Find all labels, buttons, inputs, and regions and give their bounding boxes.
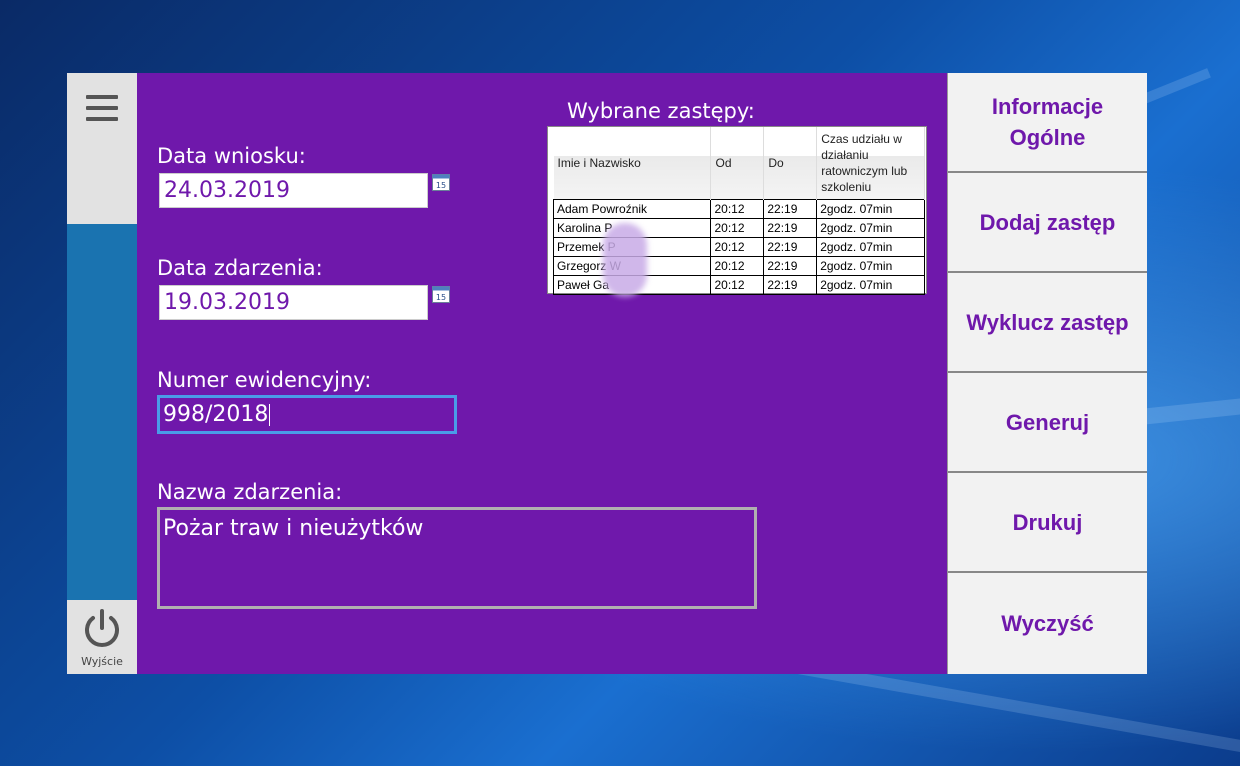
exclude-team-button[interactable]: Wyklucz zastęp (948, 273, 1147, 373)
cell-from: 20:12 (710, 255, 765, 276)
event-name-textarea[interactable]: Pożar traw i nieużytków (157, 507, 757, 609)
cell-time: 2godz. 07min (816, 236, 925, 257)
table-row[interactable]: Adam Powroźnik 20:12 22:19 2godz. 07min (552, 198, 925, 219)
menu-icon (86, 95, 118, 128)
cell-from: 20:12 (710, 236, 765, 257)
event-date-input[interactable]: 19.03.2019 (159, 285, 428, 320)
svg-text:15: 15 (436, 293, 446, 302)
calendar-icon[interactable]: 15 (432, 173, 450, 191)
column-header-name[interactable]: Imie i Nazwisko (553, 127, 712, 199)
cell-time: 2godz. 07min (816, 217, 925, 238)
cell-to: 22:19 (763, 217, 818, 238)
exit-label: Wyjście (81, 655, 123, 668)
text-caret (269, 404, 271, 426)
app-window: Wyjście Data wniosku: 24.03.2019 15 Data… (67, 73, 1147, 674)
cell-to: 22:19 (763, 236, 818, 257)
generate-button[interactable]: Generuj (948, 373, 1147, 473)
cell-from: 20:12 (710, 217, 765, 238)
event-date-label: Data zdarzenia: (157, 256, 323, 280)
main-panel: Data wniosku: 24.03.2019 15 Data zdarzen… (137, 73, 948, 674)
redaction-blur (603, 223, 647, 297)
selected-teams-title: Wybrane zastępy: (567, 99, 755, 123)
general-info-button[interactable]: Informacje Ogólne (948, 73, 1147, 173)
cell-to: 22:19 (763, 255, 818, 276)
cell-time: 2godz. 07min (816, 255, 925, 276)
cell-time: 2godz. 07min (816, 274, 925, 295)
column-header-from[interactable]: Od (710, 127, 765, 199)
request-date-input[interactable]: 24.03.2019 (159, 173, 428, 208)
table-header-row: Imie i Nazwisko Od Do Czas udziału w dzi… (553, 127, 925, 199)
cell-time: 2godz. 07min (816, 198, 925, 219)
selected-teams-table[interactable]: Imie i Nazwisko Od Do Czas udziału w dzi… (547, 126, 927, 297)
record-number-input[interactable]: 998/2018 (157, 395, 457, 434)
svg-text:15: 15 (436, 181, 446, 190)
add-team-button[interactable]: Dodaj zastęp (948, 173, 1147, 273)
column-header-to[interactable]: Do (763, 127, 818, 199)
cell-name: Adam Powroźnik (552, 198, 712, 219)
clear-button[interactable]: Wyczyść (948, 573, 1147, 674)
cell-to: 22:19 (763, 198, 818, 219)
calendar-icon[interactable]: 15 (432, 285, 450, 303)
cell-from: 20:12 (710, 198, 765, 219)
request-date-label: Data wniosku: (157, 144, 306, 168)
exit-button[interactable]: Wyjście (67, 600, 137, 674)
column-header-time[interactable]: Czas udziału w działaniu ratowniczym lub… (816, 127, 925, 199)
record-number-value: 998/2018 (163, 402, 269, 427)
left-rail: Wyjście (67, 73, 137, 674)
print-button[interactable]: Drukuj (948, 473, 1147, 573)
action-sidebar: Informacje Ogólne Dodaj zastęp Wyklucz z… (947, 73, 1147, 674)
menu-button[interactable] (67, 73, 137, 224)
cell-to: 22:19 (763, 274, 818, 295)
power-icon (85, 609, 119, 647)
record-number-label: Numer ewidencyjny: (157, 368, 372, 392)
cell-from: 20:12 (710, 274, 765, 295)
event-name-label: Nazwa zdarzenia: (157, 480, 343, 504)
